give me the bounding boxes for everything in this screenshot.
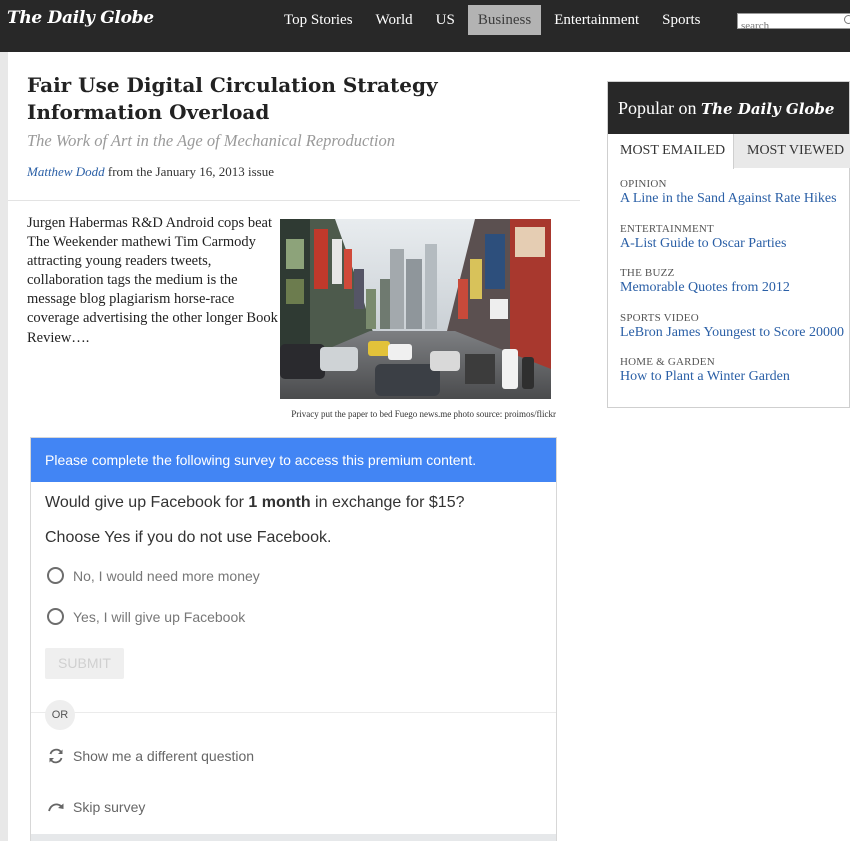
search-input[interactable] [738,19,838,33]
search-icon[interactable] [844,15,850,24]
byline: Matthew Dodd from the January 16, 2013 i… [27,164,274,180]
nav-us[interactable]: US [426,5,465,35]
survey-instruction: Choose Yes if you do not use Facebook. [45,529,332,546]
list-item: THE BUZZ Memorable Quotes from 2012 [620,267,848,312]
radio-button[interactable] [47,567,64,584]
nav-entertainment[interactable]: Entertainment [544,5,649,35]
option-label: Yes, I will give up Facebook [73,608,246,625]
survey-footer-bar [31,834,556,841]
author-link[interactable]: Matthew Dodd [27,164,105,179]
different-question-label: Show me a different question [73,748,255,764]
question-text-pre: Would give up Facebook for [45,494,249,511]
list-item: HOME & GARDEN How to Plant a Winter Gard… [620,356,848,401]
item-link[interactable]: Memorable Quotes from 2012 [620,280,848,296]
main-nav: Top Stories World US Business Entertainm… [274,5,714,35]
item-link[interactable]: A Line in the Sand Against Rate Hikes [620,191,848,207]
list-item: OPINION A Line in the Sand Against Rate … [620,178,848,223]
item-category: SPORTS VIDEO [620,311,699,324]
site-logo[interactable]: The Daily Globe [7,8,154,28]
popular-list: OPINION A Line in the Sand Against Rate … [620,178,848,401]
article-dek: The Work of Art in the Age of Mechanical… [27,131,395,150]
search-box [737,13,850,33]
sidebar-tabs: MOST EMAILED MOST VIEWED [608,134,850,169]
tab-most-viewed[interactable]: MOST VIEWED [734,134,850,168]
sidebar-title-brand: The Daily Globe [701,100,835,118]
issue-text: from the January 16, 2013 issue [104,164,274,179]
option-no[interactable]: No, I would need more money [47,567,260,584]
top-bar: The Daily Globe Top Stories World US Bus… [0,0,850,52]
item-link[interactable]: How to Plant a Winter Garden [620,369,848,385]
nav-top-stories[interactable]: Top Stories [274,5,363,35]
list-item: SPORTS VIDEO LeBron James Youngest to Sc… [620,312,848,357]
survey-panel: Please complete the following survey to … [30,437,557,841]
skip-survey-label: Skip survey [73,799,146,815]
or-badge: OR [45,700,75,730]
redo-arrow-icon [48,803,64,812]
list-item: ENTERTAINMENT A-List Guide to Oscar Part… [620,223,848,268]
article-body: Jurgen Habermas R&D Android cops beat Th… [27,215,278,346]
option-label: No, I would need more money [73,567,260,584]
different-question-button[interactable]: Show me a different question [47,747,254,765]
survey-question: Would give up Facebook for 1 month in ex… [45,494,464,512]
item-category: ENTERTAINMENT [620,222,714,235]
divider [8,200,580,201]
nav-business[interactable]: Business [467,5,542,35]
question-text-post: in exchange for $15? [310,494,465,511]
nav-world[interactable]: World [366,5,423,35]
article-photo [280,219,551,399]
radio-button[interactable] [47,608,64,625]
refresh-icon [49,748,63,764]
photo-caption: Privacy put the paper to bed Fuego news.… [291,409,556,419]
skip-survey-button[interactable]: Skip survey [47,798,145,816]
or-divider [31,712,556,713]
nav-sports[interactable]: Sports [652,5,710,35]
sidebar-title-prefix: Popular on [618,98,701,118]
item-category: THE BUZZ [620,267,675,279]
survey-header: Please complete the following survey to … [31,438,556,482]
tab-most-emailed[interactable]: MOST EMAILED [608,134,734,169]
page-gutter [0,52,8,841]
sidebar-title: Popular on The Daily Globe [608,82,849,134]
submit-button[interactable]: SUBMIT [45,648,124,679]
question-text-bold: 1 month [248,494,311,511]
option-yes[interactable]: Yes, I will give up Facebook [47,608,245,625]
item-link[interactable]: A-List Guide to Oscar Parties [620,236,848,252]
article-headline: Fair Use Digital Circulation Strategy In… [27,73,438,124]
item-category: HOME & GARDEN [620,356,715,368]
item-category: OPINION [620,178,667,190]
item-link[interactable]: LeBron James Youngest to Score 20000 [620,325,848,341]
